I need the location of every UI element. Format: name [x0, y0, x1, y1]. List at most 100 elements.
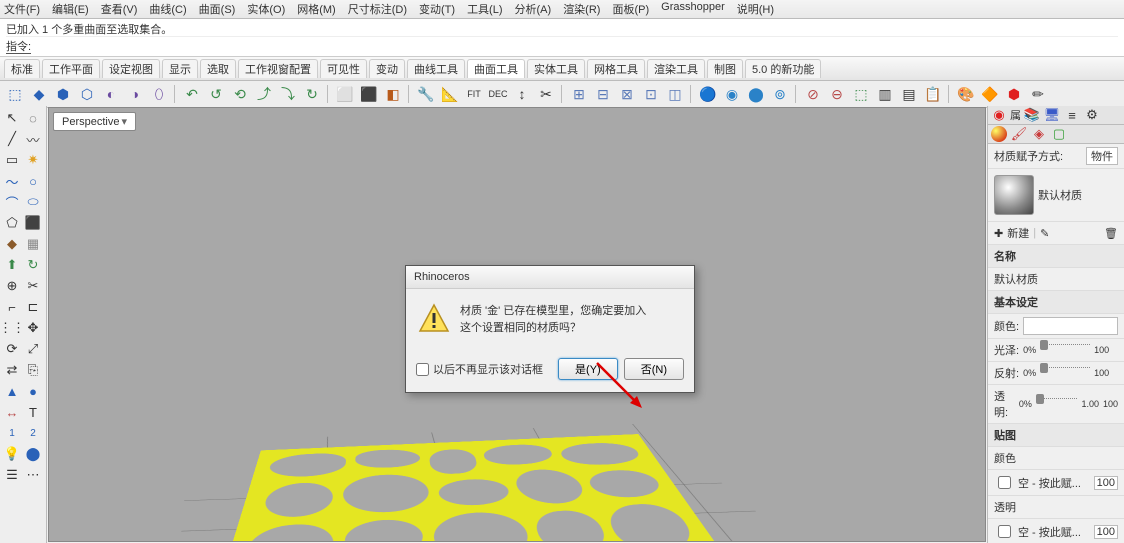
copy-icon[interactable]: ⎘ [23, 360, 43, 380]
menu-panels[interactable]: 面板(P) [612, 1, 649, 17]
material-orb-icon[interactable] [990, 125, 1008, 143]
no-button[interactable]: 否(N) [624, 358, 684, 380]
polyline-icon[interactable]: 〰 [23, 129, 43, 149]
tool-icon[interactable]: ◆ [28, 83, 50, 105]
dont-show-checkbox[interactable] [416, 363, 429, 376]
tool-tab[interactable]: 变动 [369, 59, 405, 78]
tex-trans-slot[interactable]: 空 - 按此赋... [1018, 524, 1090, 540]
more-icon[interactable]: ⋯ [23, 465, 43, 485]
tool-icon[interactable]: ⊚ [769, 83, 791, 105]
new-material-button[interactable]: 新建 [1007, 225, 1029, 241]
menu-curve[interactable]: 曲线(C) [149, 1, 186, 17]
gloss-slider[interactable] [1040, 344, 1090, 357]
trim-icon[interactable]: ✂ [23, 276, 43, 296]
solid-icon[interactable]: ⬛ [23, 213, 43, 233]
tool-icon[interactable]: ⊘ [802, 83, 824, 105]
boolean-icon[interactable]: ⊕ [2, 276, 22, 296]
tool-icon[interactable]: ⊖ [826, 83, 848, 105]
assign-mode-dropdown[interactable]: 物件 [1086, 147, 1118, 165]
viewport-title[interactable]: Perspective▾ [53, 112, 136, 131]
mirror-icon[interactable]: ⇄ [2, 360, 22, 380]
tool-icon[interactable]: ⤴ [253, 83, 275, 105]
tool-icon[interactable]: ↻ [301, 83, 323, 105]
select-icon[interactable]: ↖ [2, 108, 22, 128]
tool-icon[interactable]: 🔵 [697, 83, 719, 105]
tool-icon[interactable]: ⬢ [1003, 83, 1025, 105]
menu-grasshopper[interactable]: Grasshopper [661, 1, 725, 17]
tool-icon[interactable]: ↺ [205, 83, 227, 105]
tool-icon[interactable]: ⬯ [148, 83, 170, 105]
tool-icon[interactable]: DEC [487, 83, 509, 105]
tool-icon[interactable]: ↕ [511, 83, 533, 105]
tool-tab[interactable]: 显示 [162, 59, 198, 78]
tool-icon[interactable]: ⬚ [850, 83, 872, 105]
menu-view[interactable]: 查看(V) [101, 1, 138, 17]
tool-icon[interactable]: ↶ [181, 83, 203, 105]
tool-icon[interactable]: ⬡ [76, 83, 98, 105]
tool-icon[interactable]: FIT [463, 83, 485, 105]
tool-icon[interactable]: 📋 [922, 83, 944, 105]
tool-icon[interactable]: 🎨 [955, 83, 977, 105]
tool-icon[interactable]: 🔧 [415, 83, 437, 105]
properties-tab-icon[interactable]: ◉ [990, 106, 1008, 124]
tool-icon[interactable]: ✏ [1027, 83, 1049, 105]
settings-tab-icon[interactable]: ⚙ [1083, 106, 1101, 124]
menu-help[interactable]: 说明(H) [737, 1, 774, 17]
material-preview-swatch[interactable] [994, 175, 1034, 215]
tool-icon[interactable]: ◐ [100, 83, 122, 105]
add-icon[interactable]: ✚ [994, 227, 1003, 240]
tool-tab[interactable]: 标准 [4, 59, 40, 78]
tool-icon[interactable]: ⊠ [616, 83, 638, 105]
menu-solid[interactable]: 实体(O) [247, 1, 285, 17]
command-prompt[interactable]: 指令: [6, 36, 1118, 54]
rect-icon[interactable]: ▭ [2, 150, 22, 170]
menu-surface[interactable]: 曲面(S) [199, 1, 236, 17]
env-icon[interactable]: ▢ [1050, 125, 1068, 143]
tool-tab[interactable]: 设定视图 [102, 59, 160, 78]
checker-icon[interactable]: ◈ [1030, 125, 1048, 143]
sphere-icon[interactable]: ● [23, 381, 43, 401]
c1-icon[interactable]: 1 [2, 423, 22, 443]
layers-tab-icon[interactable]: 📚 [1023, 106, 1041, 124]
tool-icon[interactable]: ⬛ [358, 83, 380, 105]
color-swatch[interactable] [1023, 317, 1118, 335]
surface-icon[interactable]: ◆ [2, 234, 22, 254]
tool-tab[interactable]: 工作平面 [42, 59, 100, 78]
menu-tools[interactable]: 工具(L) [467, 1, 502, 17]
tool-icon[interactable]: ⬢ [52, 83, 74, 105]
array-icon[interactable]: ⋮⋮ [2, 318, 22, 338]
reflect-slider[interactable] [1040, 367, 1090, 380]
fillet-icon[interactable]: ⌐ [2, 297, 22, 317]
tool-tab[interactable]: 制图 [707, 59, 743, 78]
ellipse-icon[interactable]: ⬭ [23, 192, 43, 212]
tool-icon[interactable]: ◧ [382, 83, 404, 105]
rotate-icon[interactable]: ⟳ [2, 339, 22, 359]
menu-file[interactable]: 文件(F) [4, 1, 40, 17]
more-tab-icon[interactable]: ≡ [1063, 106, 1081, 124]
edit-icon[interactable]: ✎ [1040, 227, 1049, 240]
tool-icon[interactable]: ⤵ [277, 83, 299, 105]
tex-color-checkbox[interactable] [998, 476, 1011, 489]
tool-icon[interactable]: ⬤ [745, 83, 767, 105]
scale-icon[interactable]: ⤢ [23, 339, 43, 359]
mesh-icon[interactable]: ▦ [23, 234, 43, 254]
tex-color-slot[interactable]: 空 - 按此赋... [1018, 475, 1090, 491]
dim-icon[interactable]: ↔ [2, 402, 22, 422]
paint-icon[interactable]: ⬤ [23, 444, 43, 464]
delete-icon[interactable]: 🗑 [1104, 227, 1118, 240]
tex-trans-pct[interactable]: 100 [1094, 525, 1118, 539]
tool-icon[interactable]: ▥ [874, 83, 896, 105]
dont-show-again[interactable]: 以后不再显示该对话框 [416, 361, 543, 377]
explode-icon[interactable]: ✷ [23, 150, 43, 170]
tool-tab[interactable]: 网格工具 [587, 59, 645, 78]
revolve-icon[interactable]: ↻ [23, 255, 43, 275]
tool-icon[interactable]: ▤ [898, 83, 920, 105]
offset-icon[interactable]: ⊏ [23, 297, 43, 317]
move-icon[interactable]: ✥ [23, 318, 43, 338]
layers-icon[interactable]: ☰ [2, 465, 22, 485]
tool-tab[interactable]: 可见性 [320, 59, 367, 78]
menu-edit[interactable]: 编辑(E) [52, 1, 89, 17]
menu-dim[interactable]: 尺寸标注(D) [348, 1, 407, 17]
tool-icon[interactable]: 📐 [439, 83, 461, 105]
curve-icon[interactable]: 〜 [2, 171, 22, 191]
